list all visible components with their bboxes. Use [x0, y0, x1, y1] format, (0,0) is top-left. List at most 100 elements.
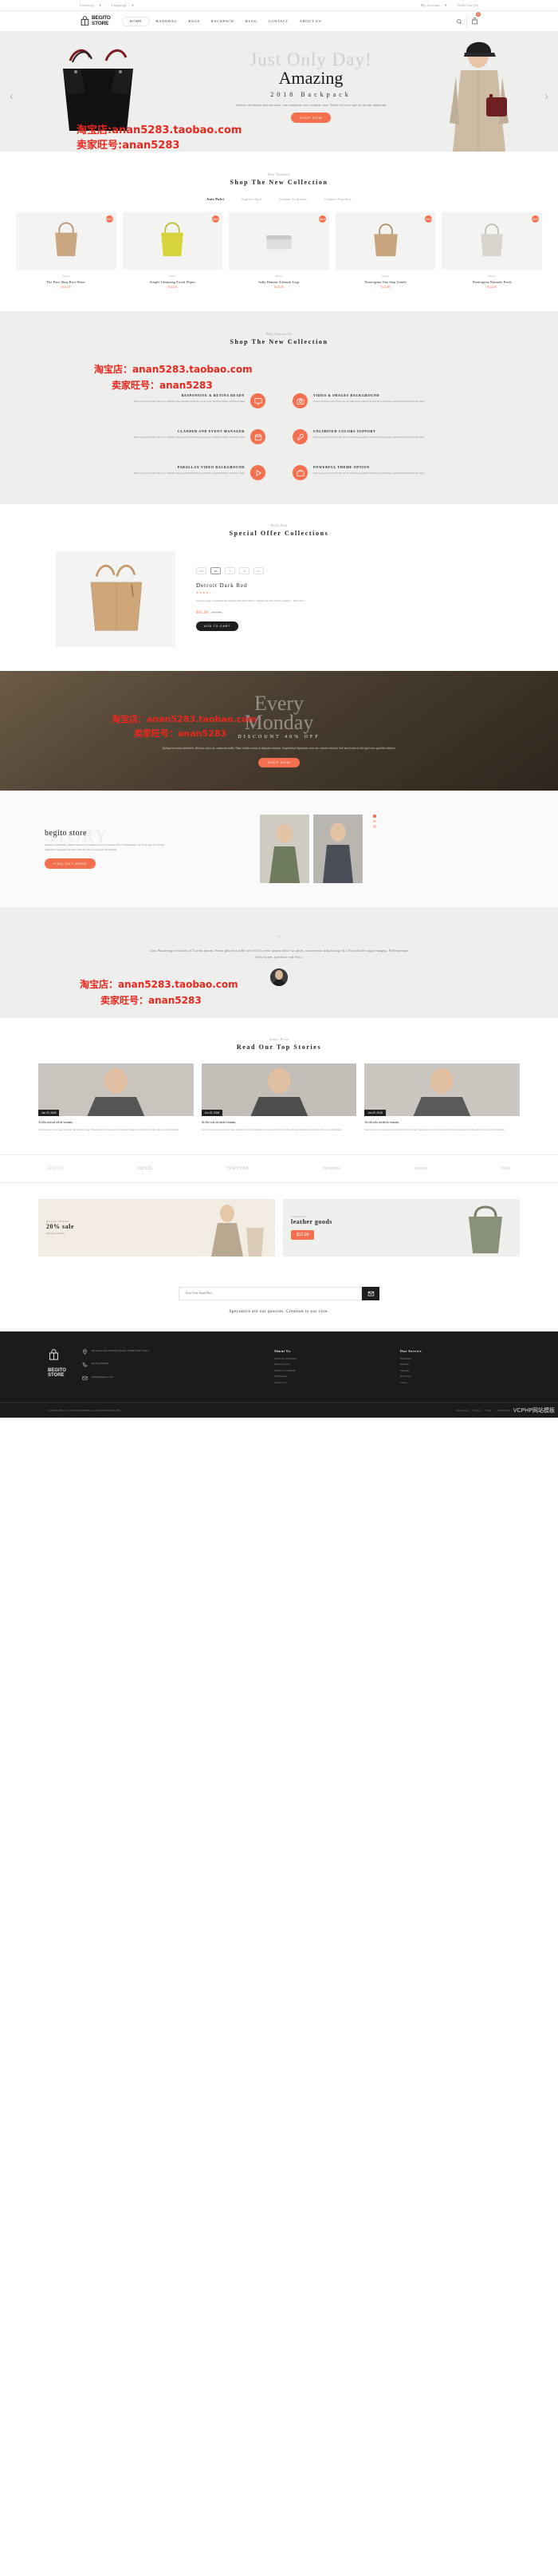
mail-icon [82, 1375, 88, 1383]
product-card[interactable]: SALE Beatae Neutrogena Naturals Fresh $1… [442, 212, 542, 289]
footer-address: 42 avenue des Champs Elysées 75000 Paris… [91, 1348, 149, 1352]
hero-shop-now-button[interactable]: SHOP NOW [290, 112, 332, 123]
size-option-s[interactable]: S [225, 567, 235, 575]
currency-selector[interactable]: Currency [80, 3, 94, 7]
product-card[interactable]: SALE Beatae The Face Shop Rice Water $12… [16, 212, 116, 289]
blog-post-title[interactable]: At elit sola ad alicla veniam, [364, 1121, 520, 1126]
brand-logos-row: GUCCI DIESEL FOREVER Wordtree envato Oat… [0, 1154, 558, 1183]
hero-model-image [432, 35, 528, 152]
product-card[interactable]: SALE Beatae Neutrogena One Step Gentle $… [335, 212, 436, 289]
carousel-next-arrow[interactable]: › [544, 89, 548, 102]
blog-post-excerpt: Sedo nostrud proid qui, sit amet dui ult… [38, 1127, 179, 1131]
discount-line-2: Monday [244, 711, 314, 734]
site-logo[interactable]: BEGITO STORE [80, 16, 111, 26]
blog-post[interactable]: Jun 22, 2018 At elit sola ad alicla veni… [364, 1063, 521, 1132]
size-option-xxs[interactable]: XXS [196, 567, 206, 575]
newsletter-section: Spectators are our passion. Creation is … [0, 1272, 558, 1331]
footer-link[interactable]: Terms of Condition [274, 1369, 384, 1372]
footer-phone[interactable]: (0123) 456789 [92, 1362, 108, 1367]
footer-link[interactable]: Deliveries [400, 1357, 510, 1360]
nav-item-handbag[interactable]: HANDBAG [150, 17, 183, 26]
nav-item-blog[interactable]: BLOG [240, 17, 263, 26]
newsletter-email-input[interactable] [179, 1286, 362, 1300]
product-card[interactable]: SALE Beatae Simple Cleansing Facial Wipe… [122, 212, 223, 289]
nav-item-home[interactable]: HOME [121, 16, 151, 26]
payment-mastercard: MasterCard [455, 1409, 469, 1413]
nav-item-about-us[interactable]: ABOUT US [294, 17, 327, 26]
blog-post-image: Jun 22, 2018 [38, 1063, 194, 1116]
payment-methods: MasterCard PayPal VISA AMERICAN [456, 1409, 510, 1412]
product-filter-tabs: Ante Pulvi Sagittis Eget Semper Vulputat… [0, 197, 558, 201]
footer-link[interactable]: Information [274, 1375, 384, 1378]
story-find-out-more-button[interactable]: FIND OUT MORE [45, 858, 96, 870]
brand-logo-wordtree: Wordtree [322, 1166, 340, 1171]
product-price: $122.00 [274, 286, 284, 289]
footer-link[interactable]: Contact Us [274, 1381, 384, 1384]
footer-email[interactable]: demo@begito.com [92, 1375, 113, 1380]
carousel-dot-1[interactable] [373, 815, 376, 818]
carousel-dot-2[interactable] [373, 819, 376, 823]
promo-banner-left[interactable]: BLACK FRIDAY 20% sale ON ALL ITEMS [38, 1198, 275, 1256]
product-image: SALE [335, 212, 436, 270]
size-option-m[interactable]: M [239, 567, 250, 575]
brand-logo-oath: Oath [501, 1166, 510, 1171]
story-images [260, 815, 376, 883]
cart-button[interactable]: 0 [471, 11, 481, 29]
blog-post-title[interactable]: At elit sola ad alicla veniam, [38, 1121, 194, 1126]
footer-link[interactable]: Terms & Conditions [274, 1357, 384, 1360]
footer-link[interactable]: Stores [400, 1381, 510, 1384]
newsletter-submit-button[interactable] [362, 1286, 379, 1300]
product-card[interactable]: SALE Beatae Sally Hansen Airbrush Legs $… [229, 212, 329, 289]
product-name[interactable]: Sally Hansen Airbrush Legs [229, 280, 329, 284]
nav-item-bags[interactable]: BAGS [183, 17, 206, 26]
product-price: $122.00 [380, 286, 391, 289]
product-name[interactable]: The Face Shop Rice Water [16, 280, 116, 284]
my-account-link[interactable]: My Account [421, 3, 440, 7]
filter-tab-semper-vulputate[interactable]: Semper Vulputate [279, 197, 307, 201]
filter-tab-congue-faucibus[interactable]: Congue Faucibus [324, 197, 352, 201]
avatar [270, 968, 288, 986]
feature-title: UNLIMITED COLORS SUPPORT [313, 429, 376, 433]
size-option-xs[interactable]: XS [210, 567, 221, 575]
brand-logo-envato: envato [414, 1166, 427, 1171]
promo-banner-right[interactable]: want more? leather goods $12.09 [283, 1198, 520, 1256]
brand-logo-diesel: DIESEL [136, 1166, 154, 1171]
promo-price-tag: $12.09 [291, 1230, 315, 1241]
nav-item-contact[interactable]: CONTACT [263, 17, 294, 26]
footer-link[interactable]: New Item [400, 1375, 510, 1378]
discount-shop-now-button[interactable]: SHOP NOW [258, 758, 300, 767]
footer-bottom-bar: COPYRIGHT © 2018 PLAZATHEMES. ALL RIGHT … [0, 1402, 558, 1418]
product-name[interactable]: Neutrogena Naturals Fresh [442, 280, 542, 284]
divider: | [451, 3, 453, 7]
site-header: BEGITO STORE HOME HANDBAG BAGS BACKPACK B… [0, 11, 558, 32]
search-icon[interactable] [456, 14, 462, 29]
product-name[interactable]: Neutrogena One Step Gentle [336, 280, 436, 284]
filter-tab-sagittis-eget[interactable]: Sagittis Eget [242, 197, 261, 201]
blog-post[interactable]: Jun 22, 2018 At elit sola ad alicla veni… [38, 1063, 194, 1132]
language-selector[interactable]: Language [112, 3, 127, 7]
wishlist-link[interactable]: Wish List (0) [458, 3, 478, 7]
chevron-down-icon: ▾ [445, 2, 447, 7]
footer-link[interactable]: Wishlist [400, 1363, 510, 1366]
cart-count-badge: 0 [476, 11, 481, 17]
special-offer-section: Hello Day Special Offer Collections XXS … [0, 504, 558, 671]
footer-link[interactable]: Privacy Policy [274, 1363, 384, 1366]
blog-post[interactable]: Jun 22, 2018 At elit sola ad alicla veni… [201, 1063, 357, 1132]
footer-link[interactable]: Specials [400, 1369, 510, 1372]
size-option-xl[interactable]: XL [253, 567, 264, 575]
footer-email-row: demo@begito.com [82, 1375, 258, 1383]
blog-post-date: Jun 22, 2018 [364, 1110, 386, 1116]
discount-content: Every Monday DISCOUNT 40% OFF Quisque ut… [147, 693, 411, 767]
add-to-cart-button[interactable]: ADD TO CART [196, 621, 238, 631]
story-carousel-dots[interactable] [373, 815, 376, 883]
product-name[interactable]: Simple Cleansing Facial Wipes [123, 280, 223, 284]
carousel-dot-3[interactable] [373, 825, 376, 828]
sale-badge: SALE [212, 215, 220, 223]
footer-phone-row: (0123) 456789 [82, 1362, 258, 1370]
nav-item-backpack[interactable]: BACKPACK [206, 17, 240, 26]
blog-post-title[interactable]: At elit sola ad alicla veniam, [202, 1121, 357, 1126]
filter-tab-ante-pulvi[interactable]: Ante Pulvi [206, 197, 224, 201]
carousel-prev-arrow[interactable]: ‹ [10, 89, 14, 102]
new-products-section: New Products Shop The New Collection Ant… [0, 152, 558, 311]
products-subtitle: New Products [267, 172, 291, 176]
